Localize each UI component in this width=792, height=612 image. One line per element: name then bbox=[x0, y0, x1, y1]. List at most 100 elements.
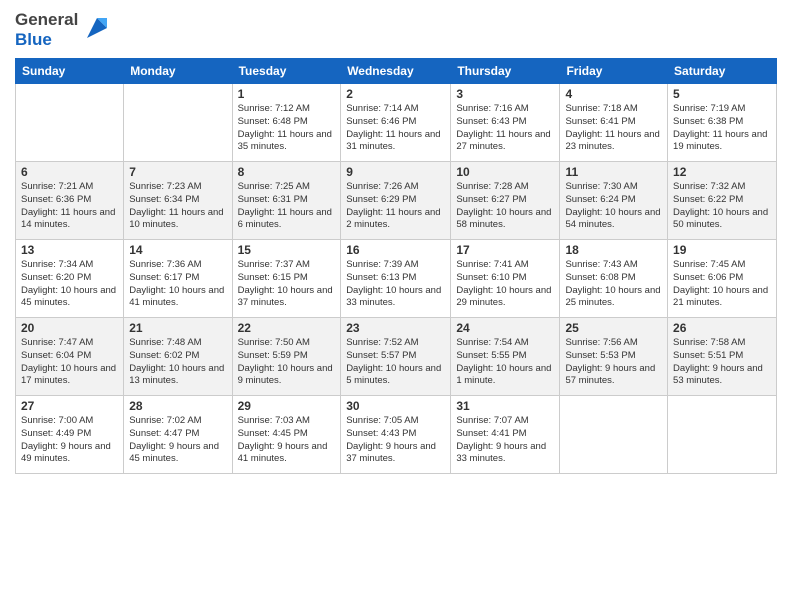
day-info: Sunrise: 7:26 AM Sunset: 6:29 PM Dayligh… bbox=[346, 181, 445, 232]
col-header-sunday: Sunday bbox=[16, 59, 124, 84]
day-number: 2 bbox=[346, 87, 445, 101]
calendar-cell: 3 Sunrise: 7:16 AM Sunset: 6:43 PM Daylig… bbox=[451, 84, 560, 162]
day-number: 27 bbox=[21, 399, 118, 413]
calendar-week-3: 13Sunrise: 7:34 AM Sunset: 6:20 PM Dayli… bbox=[16, 240, 777, 318]
day-info: Sunrise: 7:37 AM Sunset: 6:15 PM Dayligh… bbox=[238, 259, 336, 310]
day-info: Sunrise: 7:47 AM Sunset: 6:04 PM Dayligh… bbox=[21, 337, 118, 388]
day-info: Sunrise: 7:34 AM Sunset: 6:20 PM Dayligh… bbox=[21, 259, 118, 310]
calendar-cell: 26 Sunrise: 7:58 AM Sunset: 5:51 PM Dayli… bbox=[668, 318, 777, 396]
day-number: 28 bbox=[129, 399, 226, 413]
day-info: Sunrise: 7:18 AM Sunset: 6:41 PM Dayligh… bbox=[565, 103, 662, 154]
calendar-cell: 1 Sunrise: 7:12 AM Sunset: 6:48 PM Daylig… bbox=[232, 84, 341, 162]
col-header-tuesday: Tuesday bbox=[232, 59, 341, 84]
calendar-table: SundayMondayTuesdayWednesdayThursdayFrid… bbox=[15, 58, 777, 474]
day-number: 21 bbox=[129, 321, 226, 335]
calendar-cell: 29 Sunrise: 7:03 AM Sunset: 4:45 PM Dayli… bbox=[232, 396, 341, 474]
day-info: Sunrise: 7:02 AM Sunset: 4:47 PM Dayligh… bbox=[129, 415, 226, 466]
calendar-cell: 5 Sunrise: 7:19 AM Sunset: 6:38 PM Daylig… bbox=[668, 84, 777, 162]
header-row: SundayMondayTuesdayWednesdayThursdayFrid… bbox=[16, 59, 777, 84]
day-info: Sunrise: 7:28 AM Sunset: 6:27 PM Dayligh… bbox=[456, 181, 554, 232]
calendar-cell: 28 Sunrise: 7:02 AM Sunset: 4:47 PM Dayli… bbox=[124, 396, 232, 474]
calendar-cell: 13Sunrise: 7:34 AM Sunset: 6:20 PM Dayli… bbox=[16, 240, 124, 318]
calendar-cell: 20 Sunrise: 7:47 AM Sunset: 6:04 PM Dayli… bbox=[16, 318, 124, 396]
calendar-cell: 21 Sunrise: 7:48 AM Sunset: 6:02 PM Dayli… bbox=[124, 318, 232, 396]
day-number: 26 bbox=[673, 321, 771, 335]
day-number: 5 bbox=[673, 87, 771, 101]
day-number: 15 bbox=[238, 243, 336, 257]
calendar-cell: 18 Sunrise: 7:43 AM Sunset: 6:08 PM Dayli… bbox=[560, 240, 668, 318]
calendar-body: 1 Sunrise: 7:12 AM Sunset: 6:48 PM Daylig… bbox=[16, 84, 777, 474]
calendar-week-2: 6Sunrise: 7:21 AM Sunset: 6:36 PM Daylig… bbox=[16, 162, 777, 240]
header: General Blue bbox=[15, 10, 777, 50]
page: General Blue SundayMondayTuesdayWednesda… bbox=[0, 0, 792, 612]
calendar-cell: 23 Sunrise: 7:52 AM Sunset: 5:57 PM Dayli… bbox=[341, 318, 451, 396]
day-number: 8 bbox=[238, 165, 336, 179]
day-info: Sunrise: 7:52 AM Sunset: 5:57 PM Dayligh… bbox=[346, 337, 445, 388]
day-info: Sunrise: 7:12 AM Sunset: 6:48 PM Dayligh… bbox=[238, 103, 336, 154]
day-info: Sunrise: 7:03 AM Sunset: 4:45 PM Dayligh… bbox=[238, 415, 336, 466]
day-number: 29 bbox=[238, 399, 336, 413]
day-number: 19 bbox=[673, 243, 771, 257]
col-header-monday: Monday bbox=[124, 59, 232, 84]
day-number: 3 bbox=[456, 87, 554, 101]
day-info: Sunrise: 7:00 AM Sunset: 4:49 PM Dayligh… bbox=[21, 415, 118, 466]
day-info: Sunrise: 7:58 AM Sunset: 5:51 PM Dayligh… bbox=[673, 337, 771, 388]
day-info: Sunrise: 7:30 AM Sunset: 6:24 PM Dayligh… bbox=[565, 181, 662, 232]
day-number: 30 bbox=[346, 399, 445, 413]
day-number: 18 bbox=[565, 243, 662, 257]
day-number: 14 bbox=[129, 243, 226, 257]
day-number: 10 bbox=[456, 165, 554, 179]
calendar-cell: 19 Sunrise: 7:45 AM Sunset: 6:06 PM Dayli… bbox=[668, 240, 777, 318]
day-number: 1 bbox=[238, 87, 336, 101]
day-info: Sunrise: 7:25 AM Sunset: 6:31 PM Dayligh… bbox=[238, 181, 336, 232]
day-number: 22 bbox=[238, 321, 336, 335]
col-header-thursday: Thursday bbox=[451, 59, 560, 84]
day-info: Sunrise: 7:56 AM Sunset: 5:53 PM Dayligh… bbox=[565, 337, 662, 388]
calendar-cell: 22 Sunrise: 7:50 AM Sunset: 5:59 PM Dayli… bbox=[232, 318, 341, 396]
col-header-friday: Friday bbox=[560, 59, 668, 84]
logo-icon bbox=[82, 13, 112, 43]
calendar-cell: 25 Sunrise: 7:56 AM Sunset: 5:53 PM Dayli… bbox=[560, 318, 668, 396]
logo-general-text: General bbox=[15, 10, 78, 30]
calendar-cell: 24Sunrise: 7:54 AM Sunset: 5:55 PM Dayli… bbox=[451, 318, 560, 396]
day-info: Sunrise: 7:43 AM Sunset: 6:08 PM Dayligh… bbox=[565, 259, 662, 310]
day-number: 11 bbox=[565, 165, 662, 179]
day-number: 20 bbox=[21, 321, 118, 335]
calendar-cell: 12 Sunrise: 7:32 AM Sunset: 6:22 PM Dayli… bbox=[668, 162, 777, 240]
calendar-week-4: 20 Sunrise: 7:47 AM Sunset: 6:04 PM Dayli… bbox=[16, 318, 777, 396]
calendar-cell: 15 Sunrise: 7:37 AM Sunset: 6:15 PM Dayli… bbox=[232, 240, 341, 318]
day-info: Sunrise: 7:32 AM Sunset: 6:22 PM Dayligh… bbox=[673, 181, 771, 232]
logo-blue-text: Blue bbox=[15, 30, 78, 50]
day-number: 23 bbox=[346, 321, 445, 335]
calendar-cell bbox=[124, 84, 232, 162]
col-header-saturday: Saturday bbox=[668, 59, 777, 84]
day-info: Sunrise: 7:07 AM Sunset: 4:41 PM Dayligh… bbox=[456, 415, 554, 466]
day-number: 16 bbox=[346, 243, 445, 257]
day-info: Sunrise: 7:21 AM Sunset: 6:36 PM Dayligh… bbox=[21, 181, 118, 232]
calendar-cell: 30Sunrise: 7:05 AM Sunset: 4:43 PM Dayli… bbox=[341, 396, 451, 474]
calendar-cell: 14Sunrise: 7:36 AM Sunset: 6:17 PM Dayli… bbox=[124, 240, 232, 318]
calendar-header: SundayMondayTuesdayWednesdayThursdayFrid… bbox=[16, 59, 777, 84]
day-info: Sunrise: 7:39 AM Sunset: 6:13 PM Dayligh… bbox=[346, 259, 445, 310]
calendar-cell bbox=[668, 396, 777, 474]
day-info: Sunrise: 7:16 AM Sunset: 6:43 PM Dayligh… bbox=[456, 103, 554, 154]
calendar-cell: 16 Sunrise: 7:39 AM Sunset: 6:13 PM Dayli… bbox=[341, 240, 451, 318]
calendar-cell: 6Sunrise: 7:21 AM Sunset: 6:36 PM Daylig… bbox=[16, 162, 124, 240]
day-info: Sunrise: 7:23 AM Sunset: 6:34 PM Dayligh… bbox=[129, 181, 226, 232]
day-number: 9 bbox=[346, 165, 445, 179]
day-info: Sunrise: 7:14 AM Sunset: 6:46 PM Dayligh… bbox=[346, 103, 445, 154]
day-info: Sunrise: 7:48 AM Sunset: 6:02 PM Dayligh… bbox=[129, 337, 226, 388]
calendar-week-1: 1 Sunrise: 7:12 AM Sunset: 6:48 PM Daylig… bbox=[16, 84, 777, 162]
day-info: Sunrise: 7:45 AM Sunset: 6:06 PM Dayligh… bbox=[673, 259, 771, 310]
day-number: 24 bbox=[456, 321, 554, 335]
day-info: Sunrise: 7:50 AM Sunset: 5:59 PM Dayligh… bbox=[238, 337, 336, 388]
day-number: 12 bbox=[673, 165, 771, 179]
day-info: Sunrise: 7:19 AM Sunset: 6:38 PM Dayligh… bbox=[673, 103, 771, 154]
day-number: 31 bbox=[456, 399, 554, 413]
day-number: 25 bbox=[565, 321, 662, 335]
col-header-wednesday: Wednesday bbox=[341, 59, 451, 84]
calendar-cell: 27 Sunrise: 7:00 AM Sunset: 4:49 PM Dayli… bbox=[16, 396, 124, 474]
calendar-cell: 10 Sunrise: 7:28 AM Sunset: 6:27 PM Dayli… bbox=[451, 162, 560, 240]
calendar-cell: 8 Sunrise: 7:25 AM Sunset: 6:31 PM Daylig… bbox=[232, 162, 341, 240]
day-info: Sunrise: 7:41 AM Sunset: 6:10 PM Dayligh… bbox=[456, 259, 554, 310]
